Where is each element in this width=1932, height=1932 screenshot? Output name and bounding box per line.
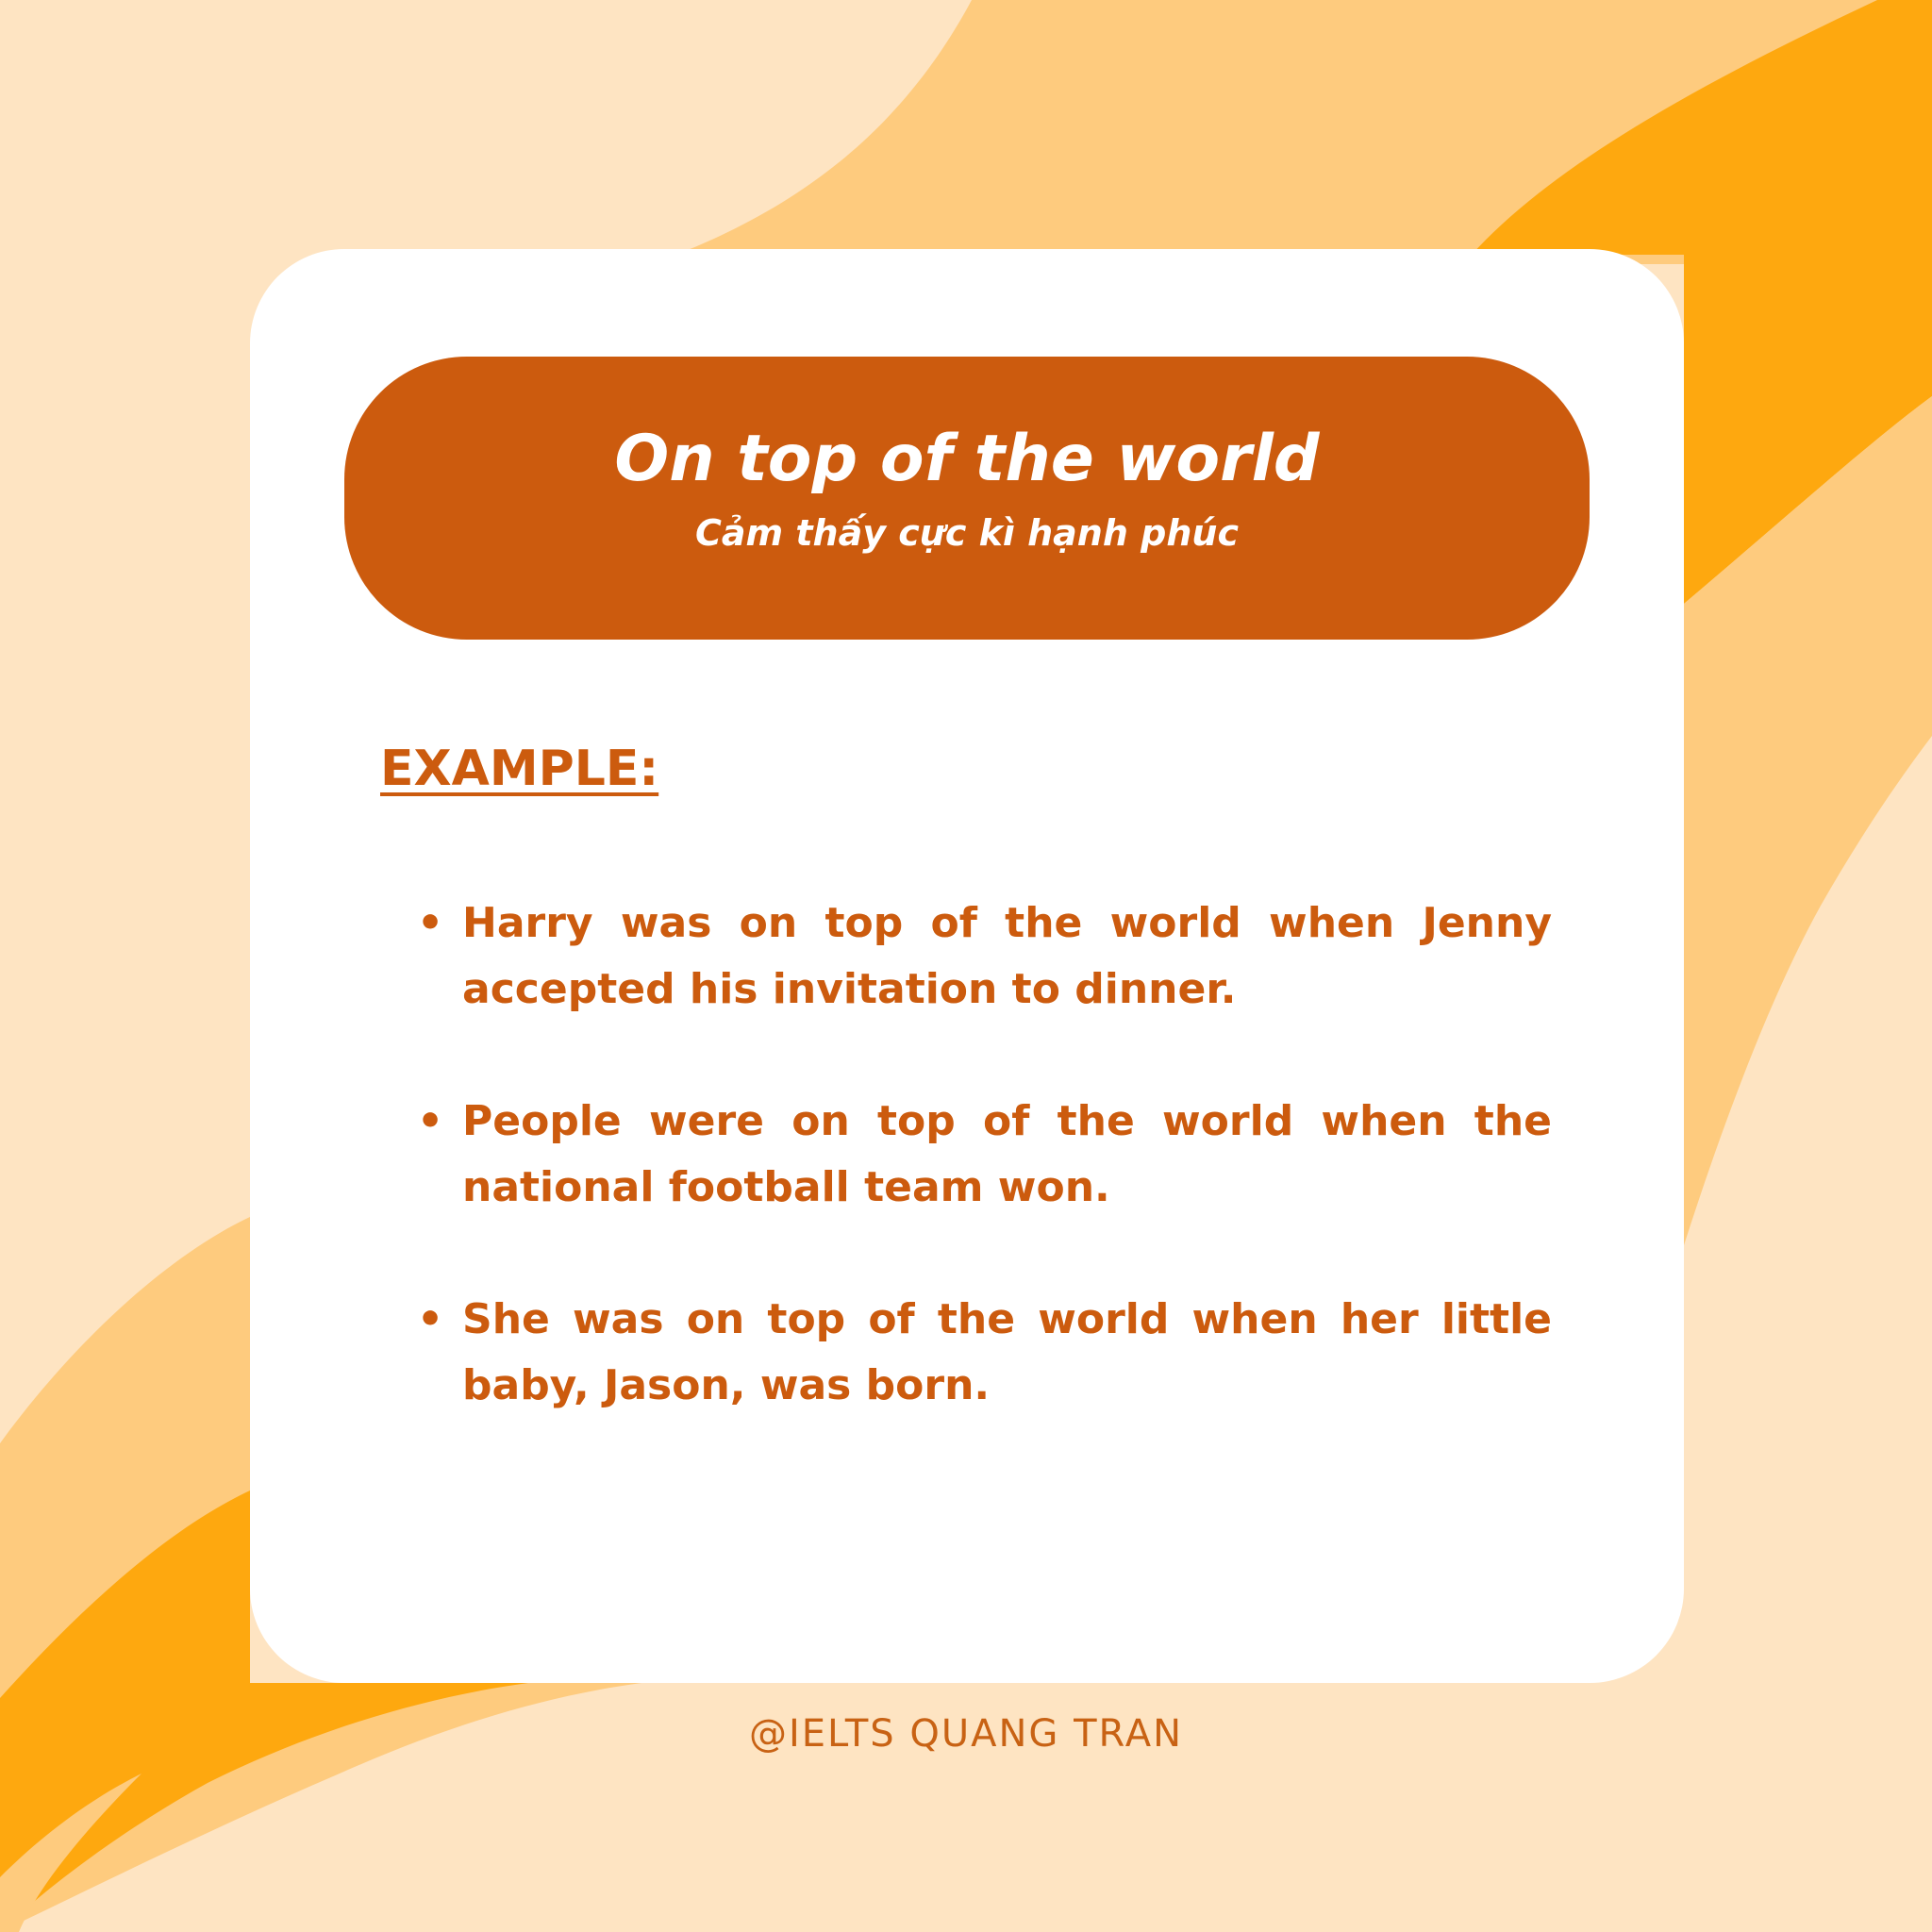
example-item: • She was on top of the world when her l… bbox=[417, 1287, 1552, 1419]
example-sentence: Harry was on top of the world when Jenny… bbox=[462, 899, 1552, 1013]
example-item: • Harry was on top of the world when Jen… bbox=[417, 891, 1552, 1023]
example-item: • People were on top of the world when t… bbox=[417, 1089, 1552, 1221]
example-sentence: She was on top of the world when her lit… bbox=[462, 1295, 1552, 1409]
example-heading: EXAMPLE: bbox=[380, 741, 659, 797]
title-banner: On top of the world Cảm thấy cực kì hạnh… bbox=[344, 357, 1590, 640]
bullet-icon: • bbox=[417, 1097, 444, 1145]
bullet-icon: • bbox=[417, 899, 444, 947]
bullet-icon: • bbox=[417, 1295, 444, 1343]
example-list: • Harry was on top of the world when Jen… bbox=[417, 891, 1552, 1485]
author-credit: @IELTS QUANG TRAN bbox=[748, 1712, 1184, 1756]
idiom-title: On top of the world bbox=[614, 422, 1320, 496]
idiom-meaning: Cảm thấy cực kì hạnh phúc bbox=[695, 512, 1239, 554]
example-sentence: People were on top of the world when the… bbox=[462, 1097, 1552, 1211]
idiom-card: On top of the world Cảm thấy cực kì hạnh… bbox=[250, 249, 1684, 1683]
